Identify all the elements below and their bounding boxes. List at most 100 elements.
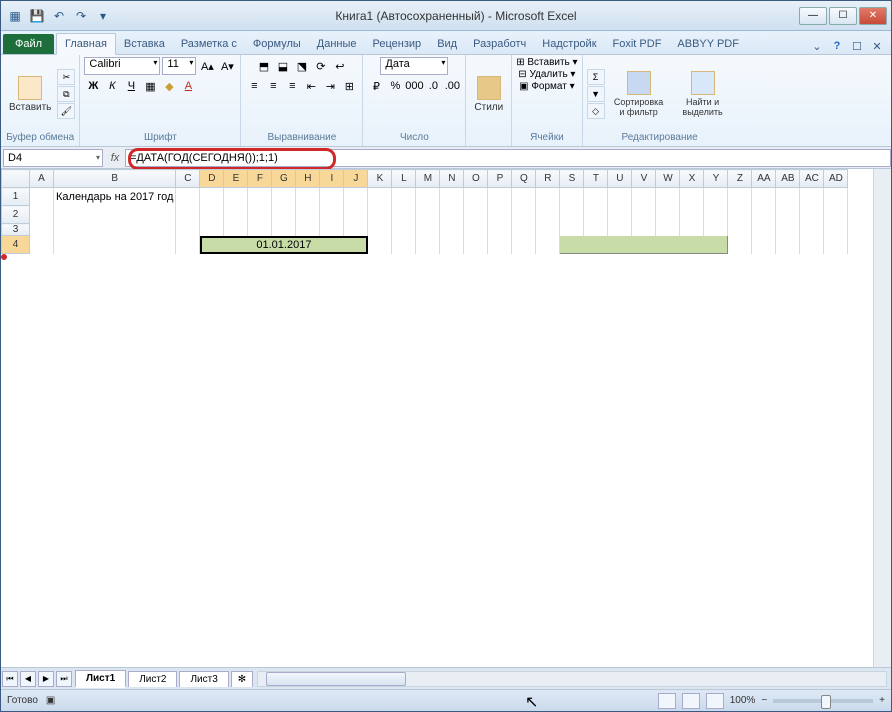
select-all-corner[interactable]	[2, 170, 30, 188]
copy-icon[interactable]: ⧉	[57, 86, 75, 102]
minimize-ribbon-icon[interactable]: ⌄	[809, 38, 825, 54]
cell[interactable]	[464, 236, 488, 254]
zoom-in-icon[interactable]: +	[879, 695, 885, 706]
cell[interactable]	[488, 188, 512, 206]
new-sheet-icon[interactable]: ✻	[231, 671, 253, 687]
italic-button[interactable]: К	[103, 77, 121, 95]
cell[interactable]	[320, 224, 344, 236]
paste-button[interactable]: Вставить	[5, 74, 55, 115]
border-button[interactable]: ▦	[141, 77, 159, 95]
cell[interactable]	[272, 206, 296, 224]
format-painter-icon[interactable]: 🖌	[57, 103, 75, 119]
macro-record-icon[interactable]: ▣	[46, 695, 55, 706]
cell[interactable]	[296, 188, 320, 206]
font-name-select[interactable]: Calibri	[84, 57, 160, 75]
cell[interactable]	[824, 236, 848, 254]
cell[interactable]	[176, 236, 200, 254]
col-header-S[interactable]: S	[560, 170, 584, 188]
align-left-icon[interactable]: ≡	[245, 77, 263, 95]
cell[interactable]	[728, 236, 752, 254]
cell[interactable]	[776, 206, 800, 224]
cell[interactable]	[824, 224, 848, 236]
zoom-out-icon[interactable]: −	[761, 695, 767, 706]
cell[interactable]	[488, 236, 512, 254]
cell[interactable]	[248, 206, 272, 224]
cell[interactable]	[272, 188, 296, 206]
cell[interactable]	[536, 224, 560, 236]
col-header-E[interactable]: E	[224, 170, 248, 188]
col-header-AC[interactable]: AC	[800, 170, 824, 188]
sheet-tab-3[interactable]: Лист3	[179, 671, 228, 687]
cell[interactable]	[392, 236, 416, 254]
redo-icon[interactable]: ↷	[71, 6, 91, 26]
cell[interactable]	[704, 206, 728, 224]
cut-icon[interactable]: ✂	[57, 69, 75, 85]
increase-font-icon[interactable]: A▴	[198, 57, 216, 75]
normal-view-icon[interactable]	[658, 693, 676, 709]
cell[interactable]	[30, 188, 54, 206]
cell[interactable]	[368, 224, 392, 236]
indent-dec-icon[interactable]: ⇤	[302, 77, 320, 95]
cell[interactable]	[584, 206, 608, 224]
save-icon[interactable]: 💾	[27, 6, 47, 26]
col-header-P[interactable]: P	[488, 170, 512, 188]
formula-input[interactable]: =ДАТА(ГОД(СЕГОДНЯ());1;1)	[125, 149, 891, 167]
maximize-button[interactable]: ☐	[829, 7, 857, 25]
cell[interactable]	[608, 206, 632, 224]
cell[interactable]	[416, 188, 440, 206]
cell[interactable]	[272, 224, 296, 236]
bold-button[interactable]: Ж	[84, 77, 102, 95]
cell[interactable]	[440, 236, 464, 254]
cell[interactable]	[680, 224, 704, 236]
cell[interactable]	[776, 236, 800, 254]
tab-foxit[interactable]: Foxit PDF	[605, 34, 670, 54]
name-box[interactable]: D4	[3, 149, 103, 167]
close-button[interactable]: ✕	[859, 7, 887, 25]
cell[interactable]	[560, 188, 584, 206]
percent-icon[interactable]: %	[386, 77, 404, 95]
cell[interactable]	[752, 206, 776, 224]
cell[interactable]	[392, 224, 416, 236]
inc-decimal-icon[interactable]: .0	[424, 77, 442, 95]
cell[interactable]	[824, 206, 848, 224]
cell[interactable]	[680, 206, 704, 224]
col-header-R[interactable]: R	[536, 170, 560, 188]
cell[interactable]	[752, 188, 776, 206]
cell[interactable]	[296, 206, 320, 224]
cell[interactable]	[392, 188, 416, 206]
cell[interactable]	[176, 206, 200, 224]
cell[interactable]	[440, 206, 464, 224]
tab-layout[interactable]: Разметка с	[173, 34, 245, 54]
cell[interactable]	[392, 206, 416, 224]
currency-icon[interactable]: ₽	[367, 77, 385, 95]
cell[interactable]	[800, 236, 824, 254]
col-header-N[interactable]: N	[440, 170, 464, 188]
col-header-Q[interactable]: Q	[512, 170, 536, 188]
cell[interactable]	[632, 224, 656, 236]
underline-button[interactable]: Ч	[122, 77, 140, 95]
fill-icon[interactable]: ▼	[587, 86, 605, 102]
font-size-select[interactable]: 11	[162, 57, 196, 75]
col-header-V[interactable]: V	[632, 170, 656, 188]
sort-filter-button[interactable]: Сортировка и фильтр	[607, 69, 671, 119]
col-header-D[interactable]: D	[200, 170, 224, 188]
cell[interactable]	[512, 224, 536, 236]
cell[interactable]	[800, 206, 824, 224]
undo-icon[interactable]: ↶	[49, 6, 69, 26]
cell[interactable]	[608, 224, 632, 236]
cell[interactable]	[54, 236, 176, 254]
cell[interactable]	[30, 224, 54, 236]
cell[interactable]	[176, 188, 200, 206]
decrease-font-icon[interactable]: A▾	[218, 57, 236, 75]
tab-insert[interactable]: Вставка	[116, 34, 173, 54]
row-header-2[interactable]: 2	[2, 206, 30, 224]
format-cells-button[interactable]: ▣ Формат ▾	[519, 81, 575, 92]
page-layout-view-icon[interactable]	[682, 693, 700, 709]
cell[interactable]	[200, 206, 224, 224]
cell[interactable]	[344, 206, 368, 224]
col-header-W[interactable]: W	[656, 170, 680, 188]
prev-tab-icon[interactable]: ◀	[20, 671, 36, 687]
cell[interactable]	[776, 224, 800, 236]
sheet-tab-2[interactable]: Лист2	[128, 671, 177, 687]
cell[interactable]	[656, 224, 680, 236]
